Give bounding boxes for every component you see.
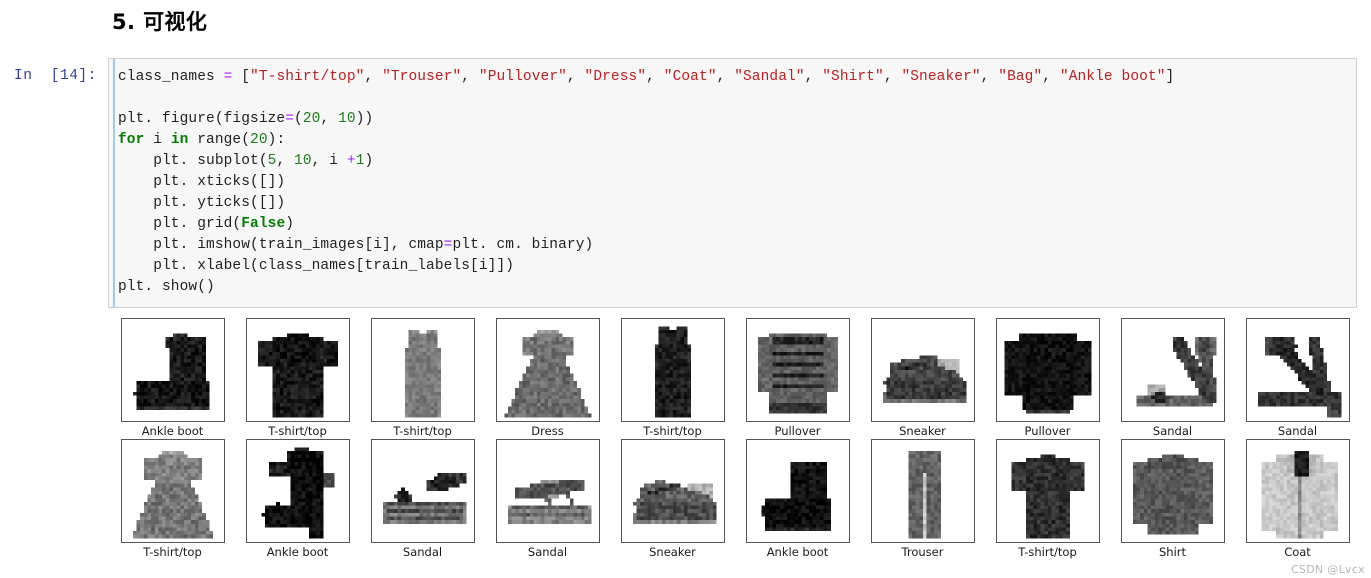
thumbnail-frame <box>246 318 350 422</box>
figure-cell-label: T-shirt/top <box>268 424 327 438</box>
figure-cell: Coat <box>1235 439 1360 560</box>
garment-thumbnail-image <box>622 319 724 421</box>
code-line-xlabel: plt. xlabel(class_names[train_labels[i]]… <box>118 256 1356 277</box>
garment-thumbnail-image <box>372 440 474 542</box>
in-prompt-label: In [14]: <box>14 68 106 84</box>
figure-cell-label: Coat <box>1284 545 1311 559</box>
thumbnail-frame <box>746 439 850 543</box>
thumbnail-frame <box>371 439 475 543</box>
figure-cell-label: Shirt <box>1159 545 1186 559</box>
figure-row: T-shirt/top Ankle boot Sandal Sandal Sneaker… <box>110 439 1360 560</box>
figure-cell-label: T-shirt/top <box>393 424 452 438</box>
garment-thumbnail-image <box>622 440 724 542</box>
figure-cell-label: T-shirt/top <box>143 545 202 559</box>
figure-cell: Sneaker <box>860 318 985 439</box>
thumbnail-frame <box>746 318 850 422</box>
figure-cell-label: Sandal <box>1278 424 1317 438</box>
garment-thumbnail-image <box>872 319 974 421</box>
garment-thumbnail-image <box>997 319 1099 421</box>
figure-cell-label: Sneaker <box>899 424 946 438</box>
thumbnail-frame <box>121 439 225 543</box>
thumbnail-frame <box>496 318 600 422</box>
figure-cell: Ankle boot <box>235 439 360 560</box>
figure-cell: Sandal <box>1110 318 1235 439</box>
figure-cell: Pullover <box>735 318 860 439</box>
figure-cell: Dress <box>485 318 610 439</box>
figure-cell-label: Ankle boot <box>267 545 329 559</box>
code-line-blank <box>118 88 1356 109</box>
thumbnail-frame <box>871 439 975 543</box>
thumbnail-frame <box>496 439 600 543</box>
figure-cell-label: Ankle boot <box>767 545 829 559</box>
garment-thumbnail-image <box>747 440 849 542</box>
page-title: 5. 可视化 <box>112 6 207 36</box>
figure-cell: Pullover <box>985 318 1110 439</box>
thumbnail-frame <box>1246 318 1350 422</box>
figure-cell: T-shirt/top <box>110 439 235 560</box>
figure-cell: Trouser <box>860 439 985 560</box>
code-line-imshow: plt. imshow(train_images[i], cmap=plt. c… <box>118 235 1356 256</box>
figure-cell-label: Ankle boot <box>142 424 204 438</box>
garment-thumbnail-image <box>1247 440 1349 542</box>
figure-cell: T-shirt/top <box>610 318 735 439</box>
code-editor-area[interactable]: class_names = ["T-shirt/top", "Trouser",… <box>108 58 1357 308</box>
thumbnail-frame <box>1121 318 1225 422</box>
code-line-subplot: plt. subplot(5, 10, i +1) <box>118 151 1356 172</box>
thumbnail-frame <box>621 439 725 543</box>
figure-cell-label: Sandal <box>403 545 442 559</box>
garment-thumbnail-image <box>247 440 349 542</box>
figure-cell: T-shirt/top <box>235 318 360 439</box>
code-line-yticks: plt. yticks([]) <box>118 193 1356 214</box>
garment-thumbnail-image <box>122 440 224 542</box>
figure-cell-label: Trouser <box>902 545 944 559</box>
figure-output: Ankle boot T-shirt/top T-shirt/top Dress T-s… <box>110 318 1360 568</box>
figure-cell-label: T-shirt/top <box>643 424 702 438</box>
thumbnail-frame <box>371 318 475 422</box>
garment-thumbnail-image <box>247 319 349 421</box>
figure-cell-label: Sandal <box>528 545 567 559</box>
code-line-figure: plt. figure(figsize=(20, 10)) <box>118 109 1356 130</box>
code-line-show: plt. show() <box>118 277 1356 298</box>
garment-thumbnail-image <box>1122 319 1224 421</box>
thumbnail-frame <box>1246 439 1350 543</box>
garment-thumbnail-image <box>1247 319 1349 421</box>
figure-cell: T-shirt/top <box>985 439 1110 560</box>
thumbnail-frame <box>871 318 975 422</box>
code-editor-inner[interactable]: class_names = ["T-shirt/top", "Trouser",… <box>113 59 1356 307</box>
figure-cell-label: Pullover <box>774 424 820 438</box>
code-line-for: for i in range(20): <box>118 130 1356 151</box>
figure-cell-label: Sandal <box>1153 424 1192 438</box>
figure-cell-label: T-shirt/top <box>1018 545 1077 559</box>
figure-cell-label: Dress <box>531 424 563 438</box>
figure-cell: Ankle boot <box>110 318 235 439</box>
figure-cell: Sandal <box>485 439 610 560</box>
garment-thumbnail-image <box>497 440 599 542</box>
thumbnail-frame <box>246 439 350 543</box>
figure-cell-label: Sneaker <box>649 545 696 559</box>
code-line-grid: plt. grid(False) <box>118 214 1356 235</box>
garment-thumbnail-image <box>872 440 974 542</box>
figure-cell: Shirt <box>1110 439 1235 560</box>
garment-thumbnail-image <box>747 319 849 421</box>
figure-cell: Ankle boot <box>735 439 860 560</box>
garment-thumbnail-image <box>997 440 1099 542</box>
garment-thumbnail-image <box>122 319 224 421</box>
figure-cell: Sandal <box>1235 318 1360 439</box>
figure-cell: Sandal <box>360 439 485 560</box>
code-line-xticks: plt. xticks([]) <box>118 172 1356 193</box>
garment-thumbnail-image <box>497 319 599 421</box>
figure-row: Ankle boot T-shirt/top T-shirt/top Dress T-s… <box>110 318 1360 439</box>
thumbnail-frame <box>1121 439 1225 543</box>
figure-cell: T-shirt/top <box>360 318 485 439</box>
figure-cell: Sneaker <box>610 439 735 560</box>
thumbnail-frame <box>621 318 725 422</box>
watermark: CSDN @Lvcx <box>1291 563 1365 576</box>
figure-cell-label: Pullover <box>1024 424 1070 438</box>
code-line-class-names: class_names = ["T-shirt/top", "Trouser",… <box>118 67 1356 88</box>
thumbnail-frame <box>996 318 1100 422</box>
garment-thumbnail-image <box>372 319 474 421</box>
garment-thumbnail-image <box>1122 440 1224 542</box>
thumbnail-frame <box>121 318 225 422</box>
thumbnail-frame <box>996 439 1100 543</box>
